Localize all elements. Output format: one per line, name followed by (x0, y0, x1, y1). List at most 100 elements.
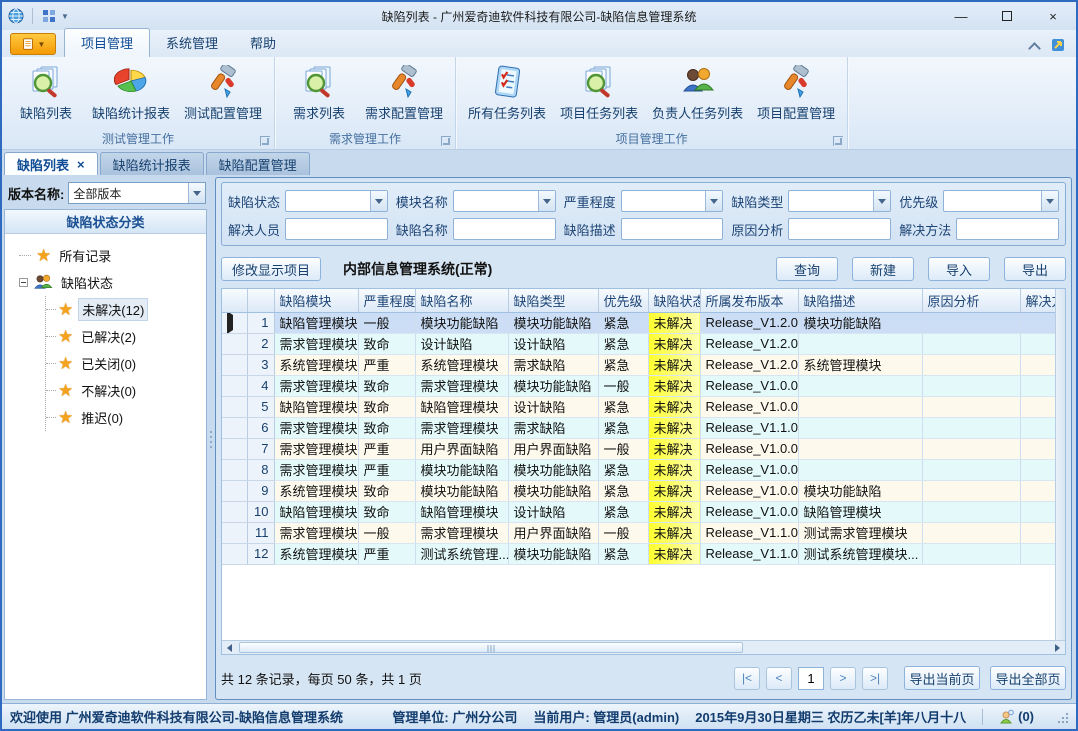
cell-status[interactable]: 未解决 (648, 333, 700, 354)
cell-description[interactable] (798, 438, 922, 459)
cell-cause[interactable] (922, 396, 1020, 417)
tree-collapse-icon[interactable] (19, 278, 28, 287)
style-switch-icon[interactable] (1050, 37, 1066, 53)
ribbon-button-缺陷统计报表[interactable]: 缺陷统计报表 (86, 61, 176, 124)
doc-tab-缺陷列表[interactable]: 缺陷列表× (4, 152, 98, 175)
cell-cause[interactable] (922, 417, 1020, 438)
filter-field-模块名称[interactable] (453, 190, 556, 212)
column-header-module[interactable]: 缺陷模块 (274, 289, 358, 312)
cell-module[interactable]: 需求管理模块 (274, 522, 358, 543)
tree-item-未解决(12)[interactable]: ★未解决(12) (46, 296, 206, 323)
table-row[interactable]: 6需求管理模块致命需求管理模块需求缺陷紧急未解决Release_V1.1.0 (222, 417, 1065, 438)
cell-status[interactable]: 未解决 (648, 459, 700, 480)
tab-close-icon[interactable]: × (77, 157, 85, 172)
cell-module[interactable]: 系统管理模块 (274, 354, 358, 375)
cell-severity[interactable]: 致命 (358, 501, 415, 522)
cell-type[interactable]: 设计缺陷 (508, 333, 598, 354)
cell-priority[interactable]: 一般 (598, 522, 648, 543)
cell-name[interactable]: 模块功能缺陷 (415, 480, 508, 501)
cell-status[interactable]: 未解决 (648, 522, 700, 543)
cell-severity[interactable]: 严重 (358, 438, 415, 459)
cell-description[interactable]: 缺陷管理模块 (798, 501, 922, 522)
cell-module[interactable]: 缺陷管理模块 (274, 312, 358, 333)
cell-priority[interactable]: 紧急 (598, 333, 648, 354)
cell-name[interactable]: 测试系统管理... (415, 543, 508, 564)
filter-input-严重程度[interactable] (622, 192, 706, 210)
filter-input-解决方法[interactable] (957, 220, 1058, 238)
splitter-handle[interactable] (207, 175, 215, 703)
collapse-ribbon-icon[interactable] (1030, 42, 1040, 48)
cell-severity[interactable]: 严重 (358, 459, 415, 480)
prev-page-button[interactable]: < (766, 667, 792, 690)
cell-description[interactable] (798, 375, 922, 396)
cell-cause[interactable] (922, 501, 1020, 522)
doc-tab-缺陷统计报表[interactable]: 缺陷统计报表 (100, 152, 204, 175)
modify-columns-button[interactable]: 修改显示项目 (221, 257, 321, 281)
cell-module[interactable]: 缺陷管理模块 (274, 396, 358, 417)
cell-release[interactable]: Release_V1.2.0 (700, 312, 798, 333)
dialog-launcher-icon[interactable] (833, 136, 843, 146)
cell-priority[interactable]: 紧急 (598, 312, 648, 333)
cell-cause[interactable] (922, 543, 1020, 564)
filter-field-缺陷描述[interactable] (621, 218, 724, 240)
cell-description[interactable]: 模块功能缺陷 (798, 312, 922, 333)
cell-severity[interactable]: 致命 (358, 396, 415, 417)
cell-module[interactable]: 需求管理模块 (274, 438, 358, 459)
last-page-button[interactable]: >| (862, 667, 888, 690)
cell-cause[interactable] (922, 375, 1020, 396)
scrollbar-thumb[interactable] (239, 642, 743, 653)
cell-type[interactable]: 需求缺陷 (508, 417, 598, 438)
ribbon-button-项目配置管理[interactable]: 项目配置管理 (751, 61, 841, 124)
cell-cause[interactable] (922, 459, 1020, 480)
filter-field-缺陷名称[interactable] (453, 218, 556, 240)
cell-severity[interactable]: 致命 (358, 375, 415, 396)
tree-item-推迟(0)[interactable]: ★推迟(0) (46, 404, 206, 431)
cell-type[interactable]: 需求缺陷 (508, 354, 598, 375)
column-header-type[interactable]: 缺陷类型 (508, 289, 598, 312)
cell-name[interactable]: 需求管理模块 (415, 417, 508, 438)
cell-cause[interactable] (922, 333, 1020, 354)
cell-status[interactable]: 未解决 (648, 480, 700, 501)
close-button[interactable]: × (1030, 2, 1076, 30)
cell-status[interactable]: 未解决 (648, 375, 700, 396)
filter-input-模块名称[interactable] (454, 192, 538, 210)
cell-severity[interactable]: 致命 (358, 417, 415, 438)
filter-input-缺陷状态[interactable] (286, 192, 370, 210)
vertical-scrollbar[interactable] (1055, 289, 1065, 640)
export-current-page-button[interactable]: 导出当前页 (904, 666, 980, 690)
table-row[interactable]: 11需求管理模块一般需求管理模块用户界面缺陷一般未解决Release_V1.1.… (222, 522, 1065, 543)
cell-status[interactable]: 未解决 (648, 354, 700, 375)
cell-severity[interactable]: 一般 (358, 312, 415, 333)
cell-priority[interactable]: 紧急 (598, 417, 648, 438)
table-row[interactable]: 12系统管理模块严重测试系统管理...模块功能缺陷紧急未解决Release_V1… (222, 543, 1065, 564)
column-header-priority[interactable]: 优先级 (598, 289, 648, 312)
cell-status[interactable]: 未解决 (648, 312, 700, 333)
ribbon-button-需求列表[interactable]: 需求列表 (281, 61, 357, 124)
first-page-button[interactable]: |< (734, 667, 760, 690)
cell-release[interactable]: Release_V1.0.0 (700, 375, 798, 396)
cell-cause[interactable] (922, 522, 1020, 543)
table-row[interactable]: 4需求管理模块致命需求管理模块模块功能缺陷一般未解决Release_V1.0.0 (222, 375, 1065, 396)
version-combobox[interactable]: 全部版本 (68, 182, 206, 204)
tree-item-已关闭(0)[interactable]: ★已关闭(0) (46, 350, 206, 377)
filter-input-优先级[interactable] (944, 192, 1041, 210)
filter-field-解决方法[interactable] (956, 218, 1059, 240)
cell-release[interactable]: Release_V1.0.0 (700, 480, 798, 501)
cell-priority[interactable]: 紧急 (598, 459, 648, 480)
cell-type[interactable]: 设计缺陷 (508, 501, 598, 522)
ribbon-button-项目任务列表[interactable]: 项目任务列表 (554, 61, 644, 124)
scrollbar-track[interactable] (237, 641, 1050, 654)
cell-name[interactable]: 系统管理模块 (415, 354, 508, 375)
tree-item-已解决(2)[interactable]: ★已解决(2) (46, 323, 206, 350)
table-row[interactable]: 3系统管理模块严重系统管理模块需求缺陷紧急未解决Release_V1.2.0系统… (222, 354, 1065, 375)
filter-dropdown-button[interactable] (1041, 191, 1058, 211)
filter-input-解决人员[interactable] (286, 220, 387, 238)
horizontal-scrollbar[interactable] (222, 640, 1065, 654)
cell-type[interactable]: 用户界面缺陷 (508, 522, 598, 543)
cell-release[interactable]: Release_V1.0.0 (700, 501, 798, 522)
cell-priority[interactable]: 一般 (598, 375, 648, 396)
cell-priority[interactable]: 紧急 (598, 480, 648, 501)
table-row[interactable]: 9系统管理模块致命模块功能缺陷模块功能缺陷紧急未解决Release_V1.0.0… (222, 480, 1065, 501)
cell-type[interactable]: 模块功能缺陷 (508, 480, 598, 501)
version-dropdown-button[interactable] (188, 183, 205, 203)
